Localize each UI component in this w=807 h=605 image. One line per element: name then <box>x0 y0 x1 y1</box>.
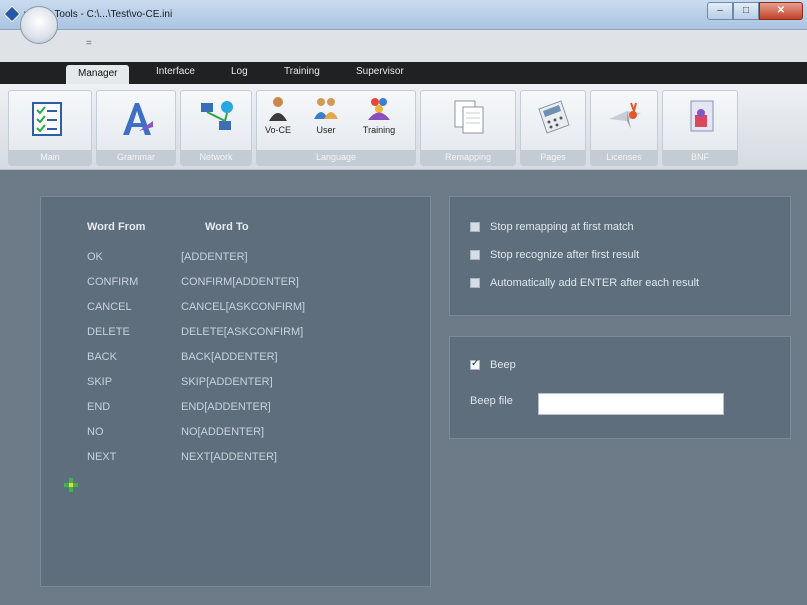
word-to-cell[interactable]: SKIP[ADDENTER] <box>181 376 273 388</box>
tab-log[interactable]: Log <box>231 66 248 77</box>
bnf-icon[interactable] <box>685 99 721 135</box>
person-icon[interactable] <box>265 95 291 121</box>
network-icon[interactable] <box>199 99 235 135</box>
title-bar: vo-CE Tools - C:\...\Test\vo-CE.ini – □ … <box>0 0 807 30</box>
maximize-button[interactable]: □ <box>733 2 759 20</box>
word-to-cell[interactable]: CONFIRM[ADDENTER] <box>181 276 299 288</box>
word-from-cell[interactable]: CANCEL <box>87 301 132 313</box>
word-to-cell[interactable]: NEXT[ADDENTER] <box>181 451 277 463</box>
ribbon-tab-strip: Manager Interface Log Training Superviso… <box>0 62 807 84</box>
ribbon-group-label[interactable]: Pages <box>521 150 585 165</box>
option-label: Stop remapping at first match <box>490 221 634 233</box>
vo-ce-button-label[interactable]: Vo-CE <box>256 125 300 135</box>
ribbon-group-remapping: Remapping <box>420 90 516 166</box>
beep-file-label: Beep file <box>470 395 513 407</box>
tab-manager[interactable]: Manager <box>66 65 130 84</box>
application-menu-orb[interactable] <box>20 6 58 44</box>
beep-file-input[interactable] <box>538 393 724 415</box>
word-to-cell[interactable]: NO[ADDENTER] <box>181 426 264 438</box>
user-button-label[interactable]: User <box>304 125 348 135</box>
word-from-cell[interactable]: NO <box>87 426 104 438</box>
window-controls: – □ ✕ <box>707 2 803 20</box>
word-from-cell[interactable]: BACK <box>87 351 117 363</box>
calculator-icon[interactable] <box>535 99 571 135</box>
word-from-cell[interactable]: END <box>87 401 110 413</box>
grammar-icon[interactable] <box>119 101 155 137</box>
stop-remapping-checkbox[interactable] <box>470 222 480 232</box>
option-stop-recognize[interactable]: Stop recognize after first result <box>470 249 639 261</box>
word-from-cell[interactable]: DELETE <box>87 326 130 338</box>
close-button[interactable]: ✕ <box>759 2 803 20</box>
ribbon-group-label[interactable]: Licenses <box>591 150 657 165</box>
stop-recognize-checkbox[interactable] <box>470 250 480 260</box>
option-auto-enter[interactable]: Automatically add ENTER after each resul… <box>470 277 699 289</box>
word-to-cell[interactable]: [ADDENTER] <box>181 251 248 263</box>
option-stop-remapping[interactable]: Stop remapping at first match <box>470 221 634 233</box>
ribbon-group-main: Main <box>8 90 92 166</box>
add-row-plus-icon[interactable] <box>63 477 79 493</box>
word-to-header: Word To <box>205 221 249 233</box>
word-from-cell[interactable]: CONFIRM <box>87 276 138 288</box>
ribbon-group-pages: Pages <box>520 90 586 166</box>
word-from-header: Word From <box>87 221 146 233</box>
ribbon-group-label[interactable]: BNF <box>663 150 737 165</box>
license-key-icon[interactable] <box>607 99 643 135</box>
word-from-cell[interactable]: OK <box>87 251 103 263</box>
remapping-table-panel: Word From Word To OK [ADDENTER] CONFIRM … <box>40 196 431 587</box>
remapping-options-panel: Stop remapping at first match Stop recog… <box>449 196 791 316</box>
word-from-cell[interactable]: NEXT <box>87 451 116 463</box>
word-to-cell[interactable]: CANCEL[ASKCONFIRM] <box>181 301 305 313</box>
beep-panel: Beep Beep file <box>449 336 791 439</box>
tab-interface[interactable]: Interface <box>156 66 195 77</box>
ribbon-group-licenses: Licenses <box>590 90 658 166</box>
tab-supervisor[interactable]: Supervisor <box>356 66 404 77</box>
ribbon: Main Grammar Network Vo-CE User Training… <box>0 84 807 170</box>
quick-access-menu-icon[interactable]: = <box>86 38 92 49</box>
ribbon-group-label[interactable]: Remapping <box>421 150 515 165</box>
ribbon-group-label[interactable]: Language <box>257 150 415 165</box>
documents-icon[interactable] <box>451 99 487 135</box>
option-label: Stop recognize after first result <box>490 249 640 261</box>
training-button-label[interactable]: Training <box>357 125 401 135</box>
app-logo-icon <box>3 5 21 23</box>
checklist-icon[interactable] <box>29 101 65 137</box>
tab-training[interactable]: Training <box>284 66 320 77</box>
ribbon-group-label[interactable]: Grammar <box>97 150 175 165</box>
option-beep[interactable]: Beep <box>470 358 516 371</box>
minimize-button[interactable]: – <box>707 2 733 20</box>
beep-checkbox[interactable] <box>470 358 480 370</box>
ribbon-group-bnf: BNF <box>662 90 738 166</box>
word-to-cell[interactable]: END[ADDENTER] <box>181 401 271 413</box>
word-from-cell[interactable]: SKIP <box>87 376 112 388</box>
beep-label: Beep <box>490 359 516 371</box>
training-icon[interactable] <box>365 93 393 121</box>
users-icon[interactable] <box>313 95 339 121</box>
ribbon-group-language: Vo-CE User Training Language <box>256 90 416 166</box>
option-label: Automatically add ENTER after each resul… <box>490 277 700 289</box>
auto-enter-checkbox[interactable] <box>470 278 480 288</box>
ribbon-group-label[interactable]: Network <box>181 150 251 165</box>
quick-access-toolbar: = <box>0 30 807 62</box>
word-to-cell[interactable]: DELETE[ASKCONFIRM] <box>181 326 303 338</box>
word-to-cell[interactable]: BACK[ADDENTER] <box>181 351 278 363</box>
ribbon-group-label[interactable]: Main <box>9 150 91 165</box>
ribbon-group-network: Network <box>180 90 252 166</box>
ribbon-group-grammar: Grammar <box>96 90 176 166</box>
